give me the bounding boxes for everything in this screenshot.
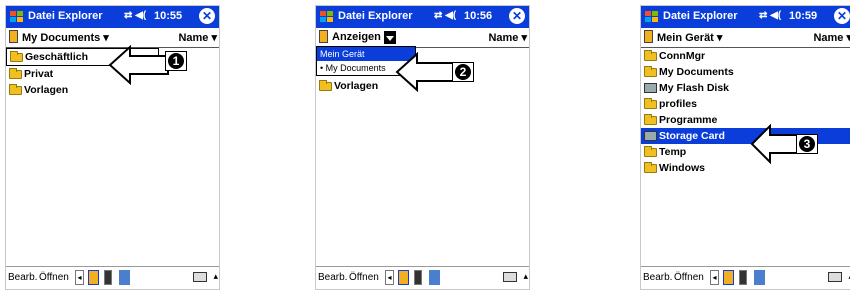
clock[interactable]: 10:55 — [154, 10, 182, 22]
open-menu[interactable]: Öffnen — [349, 272, 379, 283]
list-item[interactable]: ConnMgr — [641, 48, 850, 64]
command-bar: Bearb. Öffnen ◂ ▴ — [316, 266, 529, 289]
sort-dropdown[interactable]: Name ▾ — [178, 31, 217, 44]
list-item[interactable]: My Documents — [641, 64, 850, 80]
folder-icon — [644, 162, 657, 173]
step-marker: 2 — [452, 62, 474, 82]
screen-3: Datei Explorer ⇄ ◀( 10:59 ✕ Mein Gerät ▾… — [640, 5, 850, 290]
list-item[interactable]: My Flash Disk — [641, 80, 850, 96]
connectivity-icon[interactable]: ⇄ ◀( — [434, 10, 456, 21]
title-bar: Datei Explorer ⇄ ◀( 10:55 ✕ — [6, 6, 219, 28]
app-title: Datei Explorer — [28, 10, 103, 22]
card-view-icon[interactable] — [414, 270, 422, 285]
card-view-icon[interactable] — [104, 270, 112, 285]
scroll-left-icon[interactable]: ◂ — [385, 270, 394, 285]
keyboard-icon[interactable] — [193, 272, 207, 282]
list-item[interactable]: Programme — [641, 112, 850, 128]
folder-icon — [644, 146, 657, 157]
edit-menu[interactable]: Bearb. — [8, 272, 37, 283]
card-view-icon[interactable] — [739, 270, 747, 285]
clock[interactable]: 10:59 — [789, 10, 817, 22]
network-icon[interactable] — [119, 270, 130, 285]
windows-flag-icon[interactable] — [644, 9, 660, 25]
network-icon[interactable] — [429, 270, 440, 285]
windows-flag-icon[interactable] — [9, 9, 25, 25]
app-title: Datei Explorer — [338, 10, 413, 22]
edit-menu[interactable]: Bearb. — [318, 272, 347, 283]
list-item[interactable]: Temp — [641, 144, 850, 160]
list-item[interactable]: Windows — [641, 160, 850, 176]
title-bar: Datei Explorer ⇄ ◀( 10:56 ✕ — [316, 6, 529, 28]
folder-bar: Mein Gerät ▾ Name ▾ — [641, 28, 850, 48]
flash-disk-icon — [644, 83, 657, 93]
folder-icon — [644, 114, 657, 125]
sort-dropdown[interactable]: Name ▾ — [813, 31, 850, 44]
input-menu-icon[interactable]: ▴ — [523, 271, 528, 282]
folder-dropdown[interactable]: Mein Gerät ▾ — [657, 31, 722, 44]
connectivity-icon[interactable]: ⇄ ◀( — [759, 10, 781, 21]
scroll-left-icon[interactable]: ◂ — [710, 270, 719, 285]
keyboard-icon[interactable] — [503, 272, 517, 282]
folder-dropdown[interactable]: Anzeigen — [332, 31, 381, 43]
device-icon — [319, 30, 328, 43]
command-bar: Bearb. Öffnen ◂ ▴ — [6, 266, 219, 289]
device-icon — [644, 30, 653, 43]
list-item[interactable]: profiles — [641, 96, 850, 112]
chevron-down-icon[interactable] — [384, 31, 396, 44]
open-menu[interactable]: Öffnen — [674, 272, 704, 283]
folder-icon — [9, 68, 22, 79]
clock[interactable]: 10:56 — [464, 10, 492, 22]
folder-icon — [644, 50, 657, 61]
command-bar: Bearb. Öffnen ◂ ▴ — [641, 266, 850, 289]
file-list: ConnMgr My Documents My Flash Disk profi… — [641, 48, 850, 176]
folder-icon — [644, 66, 657, 77]
step-marker: 1 — [165, 51, 187, 71]
folder-icon — [319, 80, 332, 91]
device-view-icon[interactable] — [398, 270, 409, 285]
scroll-left-icon[interactable]: ◂ — [75, 270, 84, 285]
input-menu-icon[interactable]: ▴ — [213, 271, 218, 282]
keyboard-icon[interactable] — [828, 272, 842, 282]
network-icon[interactable] — [754, 270, 765, 285]
folder-icon — [644, 98, 657, 109]
screen-2: Datei Explorer ⇄ ◀( 10:56 ✕ Anzeigen Nam… — [315, 5, 530, 290]
windows-flag-icon[interactable] — [319, 9, 335, 25]
connectivity-icon[interactable]: ⇄ ◀( — [124, 10, 146, 21]
step-marker: 3 — [796, 134, 818, 154]
sort-dropdown[interactable]: Name ▾ — [488, 31, 527, 44]
title-bar: Datei Explorer ⇄ ◀( 10:59 ✕ — [641, 6, 850, 28]
edit-menu[interactable]: Bearb. — [643, 272, 672, 283]
device-icon — [9, 30, 18, 43]
close-icon[interactable]: ✕ — [834, 8, 850, 24]
app-title: Datei Explorer — [663, 10, 738, 22]
folder-icon — [9, 84, 22, 95]
folder-bar: Anzeigen Name ▾ — [316, 28, 529, 48]
folder-dropdown[interactable]: My Documents ▾ — [22, 31, 109, 44]
close-icon[interactable]: ✕ — [509, 8, 525, 24]
storage-card-icon — [644, 131, 657, 141]
device-view-icon[interactable] — [88, 270, 99, 285]
close-icon[interactable]: ✕ — [199, 8, 215, 24]
open-menu[interactable]: Öffnen — [39, 272, 69, 283]
device-view-icon[interactable] — [723, 270, 734, 285]
folder-icon — [10, 51, 23, 62]
list-item[interactable]: Storage Card — [641, 128, 850, 144]
